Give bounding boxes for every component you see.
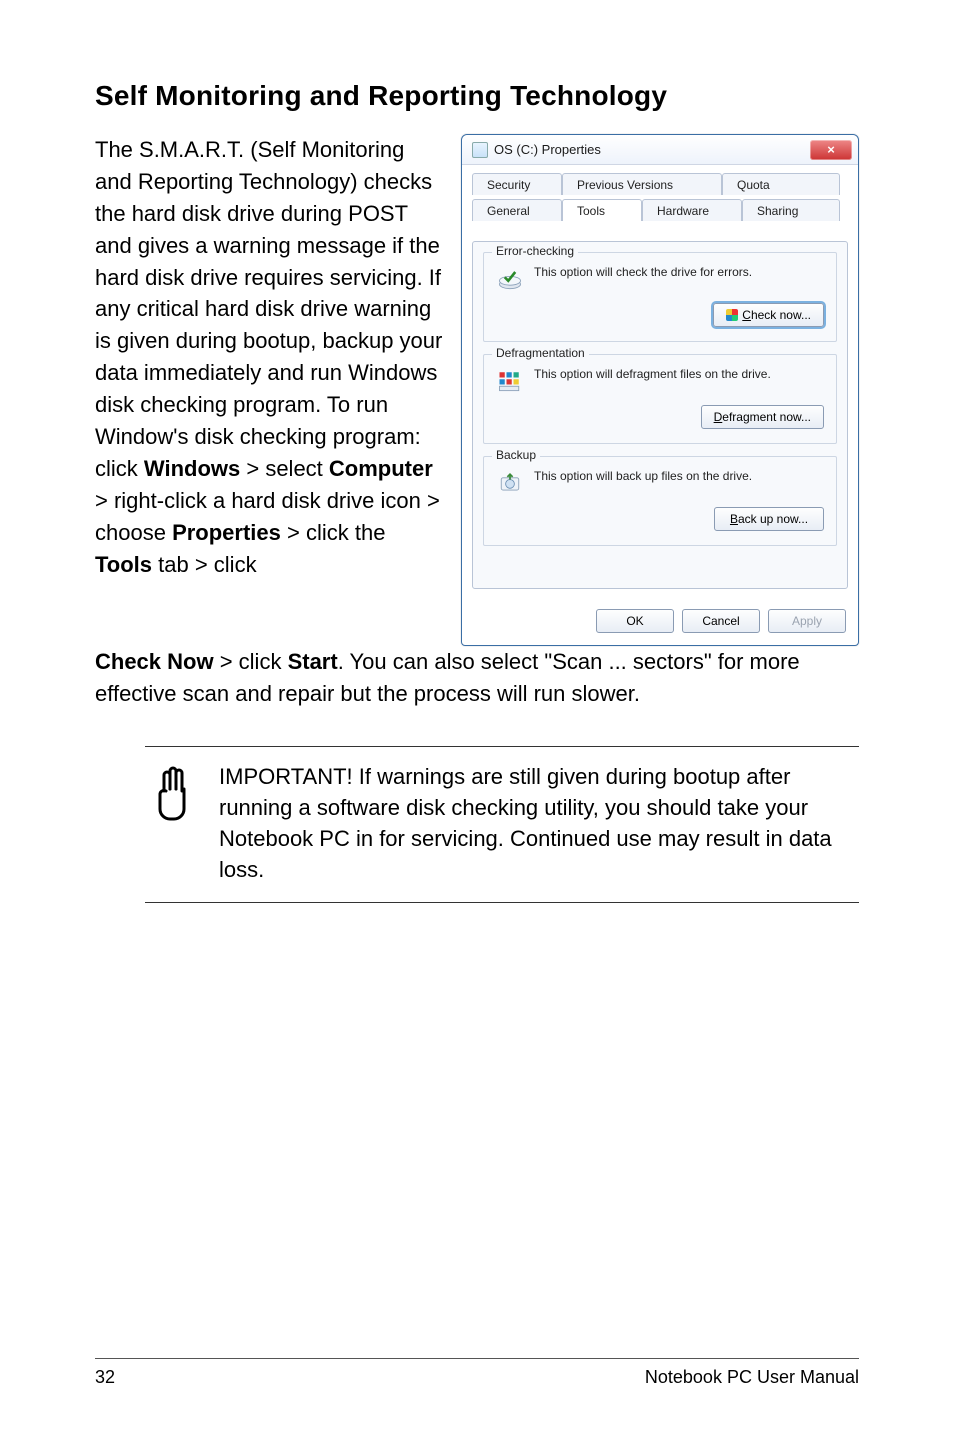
kw-tools: Tools: [95, 552, 152, 577]
kw-checknow: Check Now: [95, 649, 214, 674]
defrag-desc: This option will defragment files on the…: [534, 367, 771, 381]
ok-button[interactable]: OK: [596, 609, 674, 633]
back-up-now-button[interactable]: Back up now...: [714, 507, 824, 531]
kw-windows: Windows: [144, 456, 240, 481]
manual-title: Notebook PC User Manual: [645, 1367, 859, 1388]
btn-accel: D: [714, 410, 723, 424]
callout-text: IMPORTANT! If warnings are still given d…: [219, 761, 859, 886]
close-icon: ×: [827, 142, 835, 157]
defragment-now-button[interactable]: Defragment now...: [701, 405, 824, 429]
group-defragmentation: Defragmentation This option will: [483, 354, 837, 444]
check-disk-icon: [496, 265, 524, 293]
legend-error-checking: Error-checking: [492, 244, 578, 258]
body-continuation: Check Now > click Start. You can also se…: [95, 646, 859, 710]
btn-accel: C: [742, 308, 751, 322]
dialog-titlebar[interactable]: OS (C:) Properties ×: [462, 135, 858, 165]
txt: > click the: [281, 520, 386, 545]
shield-icon: [726, 309, 738, 321]
page-number: 32: [95, 1367, 115, 1388]
group-backup: Backup This option will back up files on…: [483, 456, 837, 546]
legend-backup: Backup: [492, 448, 540, 462]
backup-icon: [496, 469, 524, 497]
section-heading: Self Monitoring and Reporting Technology: [95, 80, 859, 112]
hand-icon: [145, 761, 197, 886]
btn-accel: B: [730, 512, 738, 526]
backup-desc: This option will back up files on the dr…: [534, 469, 752, 483]
kw-properties: Properties: [172, 520, 281, 545]
error-checking-desc: This option will check the drive for err…: [534, 265, 752, 279]
txt: tab > click: [152, 552, 257, 577]
close-button[interactable]: ×: [810, 140, 852, 160]
body-intro: The S.M.A.R.T. (Self Monitoring and Repo…: [95, 137, 442, 481]
check-now-button[interactable]: Check now...: [713, 303, 824, 327]
cancel-button[interactable]: Cancel: [682, 609, 760, 633]
defrag-icon: [496, 367, 524, 395]
btn-rest: heck now...: [751, 308, 811, 322]
tab-hardware[interactable]: Hardware: [642, 199, 742, 221]
tab-previous-versions[interactable]: Previous Versions: [562, 173, 722, 195]
group-error-checking: Error-checking This option will check th…: [483, 252, 837, 342]
dialog-title-text: OS (C:) Properties: [494, 142, 601, 157]
legend-defragmentation: Defragmentation: [492, 346, 589, 360]
drive-icon: [472, 142, 488, 158]
tab-security[interactable]: Security: [472, 173, 562, 195]
btn-rest: ack up now...: [738, 512, 808, 526]
important-callout: IMPORTANT! If warnings are still given d…: [145, 746, 859, 903]
kw-start: Start: [288, 649, 338, 674]
txt: > click: [214, 649, 288, 674]
body-paragraph: The S.M.A.R.T. (Self Monitoring and Repo…: [95, 134, 443, 646]
txt: > select: [240, 456, 329, 481]
tab-sharing[interactable]: Sharing: [742, 199, 840, 221]
os-properties-dialog: OS (C:) Properties × Security Previous V…: [461, 134, 859, 646]
tab-general[interactable]: General: [472, 199, 562, 221]
btn-rest: efragment now...: [722, 410, 811, 424]
apply-button[interactable]: Apply: [768, 609, 846, 633]
tab-quota[interactable]: Quota: [722, 173, 840, 195]
page-footer: 32 Notebook PC User Manual: [95, 1358, 859, 1388]
kw-computer: Computer: [329, 456, 433, 481]
tab-tools[interactable]: Tools: [562, 199, 642, 221]
